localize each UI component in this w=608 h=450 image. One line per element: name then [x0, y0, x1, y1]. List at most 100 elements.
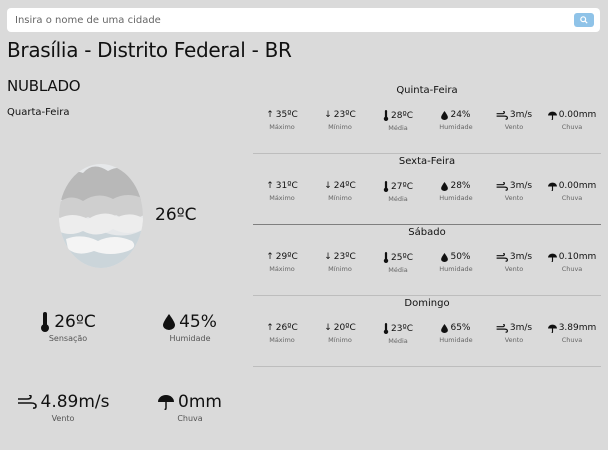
forecast-media-value: 23ºC — [391, 323, 413, 334]
forecast-max: ↑ 31ºC Máximo — [253, 181, 311, 203]
forecast-media-value: 25ºC — [391, 252, 413, 263]
forecast-min-label: Mínimo — [328, 194, 352, 202]
arrow-up-icon: ↑ — [266, 252, 274, 262]
stat-vento: 4.89m/s Vento — [15, 392, 111, 423]
thermometer-icon — [41, 312, 50, 332]
droplet-icon — [441, 323, 449, 333]
wind-icon — [496, 181, 508, 191]
forecast-max: ↑ 26ºC Máximo — [253, 323, 311, 345]
forecast-panel: Quinta-Feira ↑ 35ºC Máximo ↓ 23ºC Mínimo 28º… — [253, 83, 601, 367]
search-input[interactable] — [7, 8, 567, 32]
forecast-chuva: 3.89mm Chuva — [543, 323, 601, 345]
forecast-min: ↓ 24ºC Mínimo — [311, 181, 369, 203]
arrow-down-icon: ↓ — [324, 252, 332, 262]
thermometer-icon — [383, 323, 389, 334]
thermometer-icon — [383, 181, 389, 192]
forecast-vento-value: 3m/s — [509, 323, 533, 333]
wind-icon — [496, 252, 508, 262]
forecast-day: Quinta-Feira ↑ 35ºC Máximo ↓ 23ºC Mínimo 28º… — [253, 83, 601, 154]
forecast-vento-value: 3m/s — [509, 181, 533, 191]
forecast-chuva: 0.10mm Chuva — [543, 252, 601, 274]
umbrella-icon — [547, 253, 557, 262]
arrow-up-icon: ↑ — [266, 181, 274, 191]
forecast-max-value: 35ºC — [275, 110, 298, 120]
forecast-vento-label: Vento — [504, 194, 524, 202]
droplet-icon — [441, 252, 449, 262]
thermometer-icon — [383, 110, 389, 121]
forecast-max: ↑ 29ºC Máximo — [253, 252, 311, 274]
search-bar — [7, 8, 600, 32]
forecast-chuva: 0.00mm Chuva — [543, 110, 601, 132]
forecast-vento-label: Vento — [504, 123, 524, 131]
forecast-vento-value: 3m/s — [509, 110, 533, 120]
forecast-min-value: 24ºC — [333, 181, 356, 191]
forecast-humidade-label: Humidade — [439, 336, 473, 344]
forecast-max-label: Máximo — [269, 123, 295, 131]
forecast-chuva-value: 3.89mm — [558, 323, 597, 333]
forecast-chuva-value: 0.00mm — [558, 110, 597, 120]
forecast-chuva-label: Chuva — [561, 265, 583, 273]
cloudy-icon — [58, 163, 144, 273]
stat-humidade-label: Humidade — [169, 334, 211, 343]
forecast-day: Sábado ↑ 29ºC Máximo ↓ 23ºC Mínimo 25ºC Média… — [253, 225, 601, 296]
droplet-icon — [163, 314, 176, 330]
forecast-media-label: Média — [388, 266, 408, 274]
forecast-vento: 3m/s Vento — [485, 252, 543, 274]
current-day: Quarta-Feira — [7, 107, 70, 118]
forecast-vento-label: Vento — [504, 265, 524, 273]
wind-icon — [496, 110, 508, 120]
forecast-vento-value: 3m/s — [509, 252, 533, 262]
forecast-chuva-label: Chuva — [561, 336, 583, 344]
umbrella-icon — [158, 395, 175, 410]
forecast-humidade: 65% Humidade — [427, 323, 485, 345]
stat-humidade-value: 45% — [179, 312, 217, 332]
forecast-media-label: Média — [388, 124, 408, 132]
forecast-min-value: 23ºC — [333, 252, 356, 262]
current-temperature: 26ºC — [155, 205, 197, 225]
forecast-min-value: 23ºC — [333, 110, 356, 120]
forecast-media-label: Média — [388, 337, 408, 345]
forecast-media: 28ºC Média — [369, 110, 427, 132]
forecast-vento: 3m/s Vento — [485, 181, 543, 203]
forecast-day-title: Domingo — [404, 298, 450, 309]
forecast-min-label: Mínimo — [328, 123, 352, 131]
forecast-humidade-value: 50% — [450, 252, 471, 262]
stat-chuva-label: Chuva — [177, 414, 203, 423]
stat-chuva-value: 0mm — [178, 392, 222, 412]
forecast-humidade: 24% Humidade — [427, 110, 485, 132]
city-title: Brasília - Distrito Federal - BR — [7, 38, 292, 62]
forecast-day-title: Sexta-Feira — [398, 156, 456, 167]
forecast-vento: 3m/s Vento — [485, 323, 543, 345]
forecast-humidade-value: 28% — [450, 181, 471, 191]
forecast-media: 27ºC Média — [369, 181, 427, 203]
forecast-min: ↓ 20ºC Mínimo — [311, 323, 369, 345]
stat-humidade: 45% Humidade — [150, 312, 230, 343]
arrow-up-icon: ↑ — [266, 110, 274, 120]
forecast-max-value: 29ºC — [275, 252, 298, 262]
forecast-chuva-label: Chuva — [561, 194, 583, 202]
forecast-chuva-value: 0.10mm — [558, 252, 597, 262]
droplet-icon — [441, 110, 449, 120]
forecast-humidade-value: 65% — [450, 323, 471, 333]
forecast-day-title: Sábado — [408, 227, 446, 238]
forecast-min: ↓ 23ºC Mínimo — [311, 110, 369, 132]
stat-vento-label: Vento — [51, 414, 75, 423]
forecast-media: 25ºC Média — [369, 252, 427, 274]
weather-condition: NUBLADO — [7, 77, 81, 95]
forecast-media: 23ºC Média — [369, 323, 427, 345]
forecast-min: ↓ 23ºC Mínimo — [311, 252, 369, 274]
search-button[interactable] — [574, 13, 594, 27]
forecast-media-value: 27ºC — [391, 181, 413, 192]
wind-icon — [17, 395, 37, 409]
forecast-humidade: 28% Humidade — [427, 181, 485, 203]
forecast-humidade-value: 24% — [450, 110, 471, 120]
forecast-day: Domingo ↑ 26ºC Máximo ↓ 20ºC Mínimo 23ºC Médi… — [253, 296, 601, 367]
umbrella-icon — [547, 182, 557, 191]
forecast-min-label: Mínimo — [328, 336, 352, 344]
stat-sensacao-value: 26ºC — [54, 312, 96, 332]
search-icon — [580, 16, 588, 24]
forecast-chuva: 0.00mm Chuva — [543, 181, 601, 203]
stat-sensacao-label: Sensação — [48, 334, 88, 343]
forecast-max-value: 26ºC — [275, 323, 298, 333]
forecast-max-value: 31ºC — [275, 181, 298, 191]
